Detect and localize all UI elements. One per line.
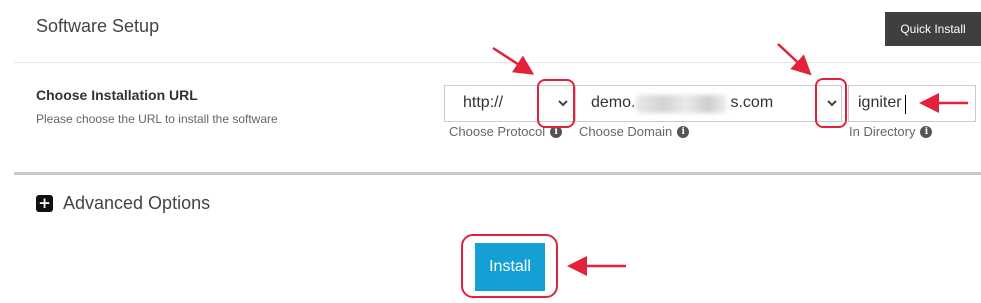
plus-square-icon[interactable]: +	[36, 195, 53, 212]
domain-caption: Choose Domain i	[579, 124, 690, 139]
domain-select[interactable]: demo. s.com	[576, 85, 842, 122]
arrow-icon	[777, 43, 812, 76]
domain-prefix: demo.	[591, 94, 636, 111]
chevron-down-icon[interactable]	[825, 95, 839, 111]
redacted-domain	[636, 95, 726, 113]
section-divider	[14, 172, 981, 175]
directory-input[interactable]: igniter	[848, 85, 976, 122]
page-title: Software Setup	[36, 16, 160, 36]
chevron-down-icon[interactable]	[556, 95, 570, 111]
protocol-value: http://	[463, 94, 504, 111]
arrow-icon	[492, 46, 535, 75]
info-icon[interactable]: i	[550, 125, 563, 138]
protocol-caption: Choose Protocol i	[449, 124, 563, 139]
text-cursor	[905, 95, 906, 114]
divider	[14, 62, 981, 63]
installation-url-label: Choose Installation URL	[36, 87, 198, 103]
advanced-options-label: Advanced Options	[63, 193, 211, 213]
advanced-options-toggle[interactable]: + Advanced Options	[36, 193, 210, 214]
directory-caption: In Directory i	[849, 124, 933, 139]
install-button[interactable]: Install	[475, 243, 545, 291]
installation-url-description: Please choose the URL to install the sof…	[36, 112, 278, 126]
info-icon[interactable]: i	[677, 125, 690, 138]
directory-value: igniter	[858, 94, 902, 111]
quick-install-button[interactable]: Quick Install	[885, 12, 981, 46]
domain-suffix: s.com	[730, 94, 774, 111]
info-icon[interactable]: i	[920, 125, 933, 138]
protocol-select[interactable]: http://	[444, 85, 576, 122]
